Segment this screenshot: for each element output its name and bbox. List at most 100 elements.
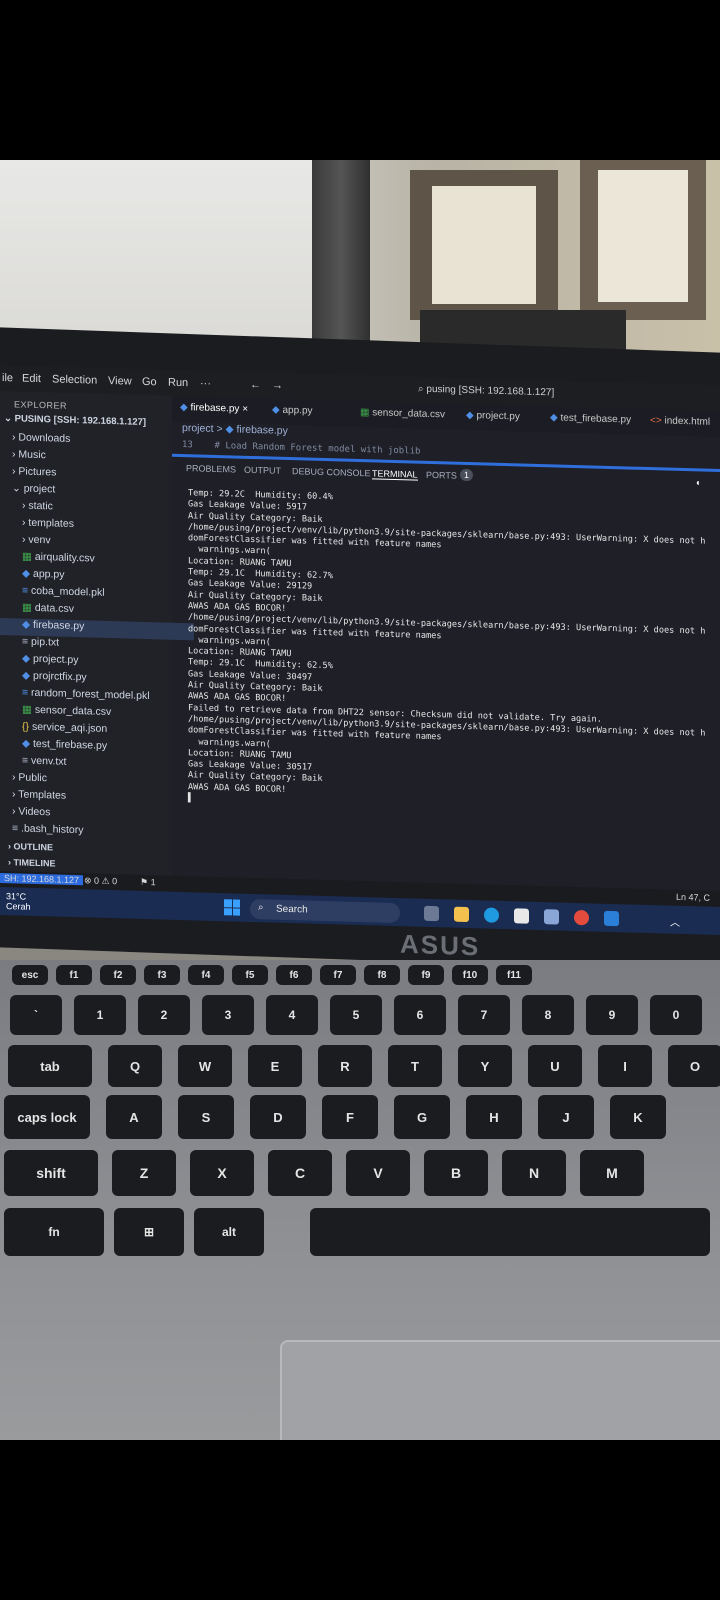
tab-ports[interactable]: PORTS: [426, 470, 457, 481]
explorer-item[interactable]: › Templates: [0, 788, 66, 807]
keyboard-key[interactable]: Q: [108, 1045, 162, 1087]
mail-icon[interactable]: [544, 909, 559, 925]
keyboard-key[interactable]: f9: [408, 965, 444, 985]
menu-edit[interactable]: Edit: [22, 373, 41, 386]
menu-more[interactable]: ···: [200, 378, 211, 390]
explorer-item[interactable]: › Pictures: [0, 465, 56, 484]
keyboard-key[interactable]: R: [318, 1045, 372, 1087]
taskbar-search[interactable]: ⌕ Search: [250, 898, 400, 924]
python-terminal-icon[interactable]: ◐: [696, 477, 701, 487]
chevron-up-icon[interactable]: ︿: [670, 914, 680, 929]
keyboard-key[interactable]: U: [528, 1045, 582, 1087]
explorer-item[interactable]: › Public: [0, 771, 47, 789]
edge-icon[interactable]: [484, 907, 499, 923]
keyboard-key[interactable]: caps lock: [4, 1095, 90, 1139]
keyboard-key[interactable]: W: [178, 1045, 232, 1087]
store-icon[interactable]: [514, 908, 529, 924]
task-view-icon[interactable]: [424, 905, 439, 922]
keyboard-key[interactable]: B: [424, 1150, 488, 1196]
explorer-item[interactable]: › templates: [0, 516, 74, 535]
explorer-item[interactable]: ▦ data.csv: [0, 601, 74, 620]
command-center[interactable]: ⌕ pusing [SSH: 192.168.1.127]: [418, 384, 554, 399]
keyboard-key[interactable]: esc: [12, 965, 48, 985]
keyboard-key[interactable]: f11: [496, 965, 532, 985]
keyboard-key[interactable]: E: [248, 1045, 302, 1087]
close-icon[interactable]: ×: [242, 404, 248, 415]
windows-start-icon[interactable]: [224, 899, 240, 916]
keyboard-key[interactable]: shift: [4, 1150, 98, 1196]
keyboard-key[interactable]: `: [10, 995, 62, 1035]
keyboard-key[interactable]: 3: [202, 995, 254, 1035]
remote-indicator[interactable]: SH: 192.168.1.127: [0, 872, 84, 886]
vscode-icon[interactable]: [604, 910, 619, 927]
keyboard-key[interactable]: G: [394, 1095, 450, 1139]
keyboard-key[interactable]: O: [668, 1045, 720, 1087]
problems-count[interactable]: ⊗ 0 ⚠ 0: [84, 875, 117, 887]
keyboard-key[interactable]: f3: [144, 965, 180, 985]
explorer-item[interactable]: ◆ app.py: [0, 567, 65, 586]
keyboard-key[interactable]: A: [106, 1095, 162, 1139]
keyboard-key[interactable]: F: [322, 1095, 378, 1139]
keyboard-key[interactable]: I: [598, 1045, 652, 1087]
explorer-item[interactable]: › Downloads: [0, 431, 70, 450]
keyboard-key[interactable]: 7: [458, 995, 510, 1035]
keyboard-key[interactable]: 2: [138, 995, 190, 1035]
explorer-item[interactable]: › Music: [0, 448, 46, 466]
keyboard-key[interactable]: S: [178, 1095, 234, 1139]
keyboard-key[interactable]: V: [346, 1150, 410, 1196]
keyboard-key[interactable]: f5: [232, 965, 268, 985]
back-arrow-icon[interactable]: ←: [250, 379, 261, 391]
keyboard-key[interactable]: 9: [586, 995, 638, 1035]
menu-selection[interactable]: Selection: [52, 373, 97, 386]
keyboard-key[interactable]: f7: [320, 965, 356, 985]
keyboard-key[interactable]: 8: [522, 995, 574, 1035]
explorer-item[interactable]: ◆ project.py: [0, 652, 79, 671]
explorer-item[interactable]: ≡ pip.txt: [0, 635, 59, 654]
keyboard-key[interactable]: Y: [458, 1045, 512, 1087]
tab-terminal[interactable]: TERMINAL: [372, 468, 418, 481]
explorer-item[interactable]: › Videos: [0, 805, 50, 823]
file-explorer-icon[interactable]: [454, 906, 469, 923]
keyboard-key[interactable]: Z: [112, 1150, 176, 1196]
trackpad[interactable]: [280, 1340, 720, 1440]
tab-index-html[interactable]: <> index.html: [650, 415, 710, 428]
keyboard-key[interactable]: tab: [8, 1045, 92, 1087]
keyboard-key[interactable]: f4: [188, 965, 224, 985]
chrome-icon[interactable]: [574, 909, 589, 926]
keyboard-key[interactable]: f6: [276, 965, 312, 985]
breadcrumb-root[interactable]: project: [182, 422, 214, 435]
keyboard-key[interactable]: H: [466, 1095, 522, 1139]
tab-problems[interactable]: PROBLEMS: [186, 463, 236, 474]
menu-view[interactable]: View: [108, 375, 132, 388]
space-bar[interactable]: [310, 1208, 710, 1256]
keyboard-key[interactable]: f1: [56, 965, 92, 985]
explorer-item[interactable]: ⌄ project: [0, 482, 55, 501]
keyboard-key[interactable]: f10: [452, 965, 488, 985]
tab-debug-console[interactable]: DEBUG CONSOLE: [292, 466, 371, 478]
cursor-position[interactable]: Ln 47, C: [676, 892, 710, 903]
menu-file[interactable]: ile: [2, 372, 13, 384]
breadcrumb-file[interactable]: firebase.py: [237, 424, 288, 437]
explorer-item[interactable]: ≡ venv.txt: [0, 754, 66, 773]
keyboard-key[interactable]: ⊞: [114, 1208, 184, 1256]
keyboard-key[interactable]: N: [502, 1150, 566, 1196]
tab-output[interactable]: OUTPUT: [244, 465, 281, 476]
keyboard-key[interactable]: f8: [364, 965, 400, 985]
forward-arrow-icon[interactable]: →: [272, 380, 283, 392]
keyboard-key[interactable]: fn: [4, 1208, 104, 1256]
tab-test-firebase[interactable]: ◆ test_firebase.py: [550, 412, 631, 425]
keyboard-key[interactable]: 6: [394, 995, 446, 1035]
keyboard-key[interactable]: f2: [100, 965, 136, 985]
ports-count[interactable]: ⚑ 1: [140, 877, 156, 888]
tab-app[interactable]: ◆ app.py: [272, 405, 313, 417]
keyboard-key[interactable]: 5: [330, 995, 382, 1035]
keyboard-key[interactable]: alt: [194, 1208, 264, 1256]
keyboard-key[interactable]: 4: [266, 995, 318, 1035]
keyboard-key[interactable]: K: [610, 1095, 666, 1139]
tab-sensor-data[interactable]: ▦ sensor_data.csv: [360, 407, 445, 420]
keyboard-key[interactable]: D: [250, 1095, 306, 1139]
keyboard-key[interactable]: 0: [650, 995, 702, 1035]
explorer-item[interactable]: ≡ .bash_history: [0, 822, 84, 841]
explorer-item[interactable]: › venv: [0, 533, 51, 551]
keyboard-key[interactable]: C: [268, 1150, 332, 1196]
